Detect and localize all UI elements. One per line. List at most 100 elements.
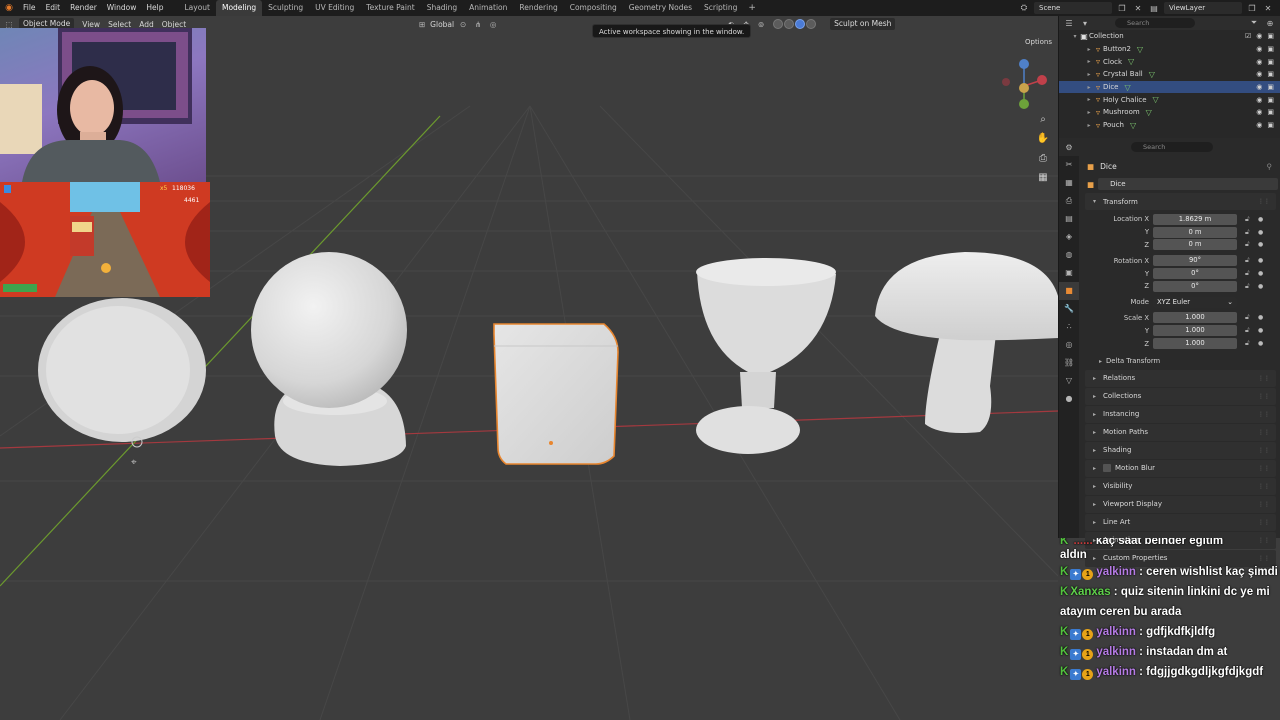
- drag-grip-icon[interactable]: ⋮⋮: [1258, 465, 1270, 472]
- rotation-z-field[interactable]: 0°: [1153, 280, 1237, 292]
- delta-transform-header[interactable]: ▸ Delta Transform: [1081, 354, 1280, 369]
- physics-tab-icon[interactable]: ◎: [1059, 336, 1079, 354]
- drag-grip-icon[interactable]: ⋮⋮: [1258, 501, 1270, 508]
- navigation-gizmo[interactable]: [998, 56, 1054, 112]
- panel-header-motion-paths[interactable]: ▸ Motion Paths ⋮⋮: [1085, 423, 1276, 441]
- material-tab-icon[interactable]: ●: [1059, 390, 1079, 408]
- location-z-field[interactable]: 0 m: [1153, 239, 1237, 251]
- rotation-x-field[interactable]: 90°: [1153, 255, 1237, 267]
- keyframe-dot-icon[interactable]: ●: [1258, 270, 1263, 277]
- snap-icon[interactable]: ⋔: [472, 20, 484, 29]
- keyframe-dot-icon[interactable]: ●: [1258, 340, 1263, 347]
- pivot-icon[interactable]: ⊙: [457, 20, 469, 29]
- panel-header-motion-blur[interactable]: ▸ Motion Blur ⋮⋮: [1085, 459, 1276, 477]
- rotation-y-field[interactable]: 0°: [1153, 268, 1237, 280]
- view-layer-selector[interactable]: ViewLayer: [1164, 2, 1242, 14]
- lock-icon[interactable]: 🔓︎: [1245, 228, 1250, 237]
- drag-grip-icon[interactable]: ⋮⋮: [1258, 429, 1270, 436]
- outliner-search-input[interactable]: Search: [1115, 18, 1195, 28]
- eye-icon[interactable]: ◉: [1256, 121, 1262, 129]
- panel-header-shading[interactable]: ▸ Shading ⋮⋮: [1085, 441, 1276, 459]
- wireframe-shading-icon[interactable]: [773, 19, 784, 29]
- drag-grip-icon[interactable]: ⋮⋮: [1258, 447, 1270, 454]
- sculpt-on-mesh-button[interactable]: Sculpt on Mesh: [830, 18, 896, 30]
- lock-icon[interactable]: 🔓︎: [1245, 256, 1250, 265]
- drag-grip-icon[interactable]: ⋮⋮: [1258, 519, 1270, 526]
- collection-tab-icon[interactable]: ▣: [1059, 264, 1079, 282]
- world-tab-icon[interactable]: ◍: [1059, 246, 1079, 264]
- outliner-type-icon[interactable]: ☰: [1063, 19, 1075, 28]
- lock-icon[interactable]: 🔓︎: [1245, 282, 1250, 291]
- transform-panel-header[interactable]: ▾ Transform ⋮⋮: [1085, 193, 1276, 210]
- solid-shading-icon[interactable]: [784, 19, 795, 29]
- options-dropdown[interactable]: Options: [1025, 36, 1052, 48]
- view-layer-tab-icon[interactable]: ▤: [1059, 210, 1079, 228]
- copy-icon[interactable]: ❐: [1246, 4, 1258, 13]
- camera-icon[interactable]: ▣: [1267, 32, 1274, 40]
- tab-sculpting[interactable]: Sculpting: [262, 0, 309, 16]
- crystal-ball-object[interactable]: [251, 252, 407, 466]
- tab-geometry-nodes[interactable]: Geometry Nodes: [623, 0, 698, 16]
- drag-grip-icon[interactable]: ⋮⋮: [1258, 483, 1270, 490]
- lock-icon[interactable]: 🔓︎: [1245, 215, 1250, 224]
- camera-icon[interactable]: ▣: [1267, 121, 1274, 129]
- properties-search-input[interactable]: Search: [1131, 142, 1213, 152]
- eye-icon[interactable]: ◉: [1256, 96, 1262, 104]
- tab-uv-editing[interactable]: UV Editing: [309, 0, 360, 16]
- pin-icon[interactable]: ⚲: [1267, 162, 1273, 171]
- lock-icon[interactable]: 🔓︎: [1245, 269, 1250, 278]
- copy-icon[interactable]: ❐: [1116, 4, 1128, 13]
- camera-icon[interactable]: ▣: [1267, 83, 1274, 91]
- mushroom-object[interactable]: [875, 252, 1058, 433]
- eye-icon[interactable]: ◉: [1256, 45, 1262, 53]
- tab-compositing[interactable]: Compositing: [564, 0, 623, 16]
- material-shading-icon[interactable]: [795, 19, 806, 29]
- drag-grip-icon[interactable]: ⋮⋮: [1258, 393, 1270, 400]
- panel-header-visibility[interactable]: ▸ Visibility ⋮⋮: [1085, 477, 1276, 495]
- eye-icon[interactable]: ◉: [1256, 83, 1262, 91]
- view-layer-icon[interactable]: ▤: [1148, 4, 1160, 13]
- menu-window[interactable]: Window: [102, 0, 142, 16]
- tab-scripting[interactable]: Scripting: [698, 0, 743, 16]
- expand-arrow-icon[interactable]: ▾: [1071, 33, 1079, 40]
- lock-icon[interactable]: 🔓︎: [1245, 240, 1250, 249]
- tool-tab-icon[interactable]: ✂: [1059, 156, 1079, 174]
- tab-modeling[interactable]: Modeling: [215, 0, 263, 16]
- lock-icon[interactable]: 🔓︎: [1245, 339, 1250, 348]
- orientation-dropdown[interactable]: Global: [430, 20, 454, 29]
- filter-icon[interactable]: ⏷: [1248, 18, 1260, 28]
- keyframe-dot-icon[interactable]: ●: [1258, 257, 1263, 264]
- scale-z-field[interactable]: 1.000: [1153, 338, 1237, 350]
- menu-file[interactable]: File: [18, 0, 41, 16]
- panel-header-relations[interactable]: ▸ Relations ⋮⋮: [1085, 369, 1276, 387]
- object-tab-icon[interactable]: ■: [1059, 282, 1079, 300]
- scene-selector[interactable]: Scene: [1034, 2, 1112, 14]
- scene-tab-icon[interactable]: ◈: [1059, 228, 1079, 246]
- camera-icon[interactable]: ▣: [1267, 96, 1274, 104]
- expand-arrow-icon[interactable]: ▸: [1085, 84, 1093, 91]
- pan-hand-icon[interactable]: ✋: [1036, 132, 1050, 146]
- clock-object[interactable]: [38, 298, 206, 448]
- grid-ortho-icon[interactable]: ▦: [1036, 171, 1050, 185]
- drag-grip-icon[interactable]: ⋮⋮: [1258, 375, 1270, 382]
- menu-help[interactable]: Help: [141, 0, 168, 16]
- modifier-tab-icon[interactable]: 🔧: [1059, 300, 1079, 318]
- close-icon[interactable]: ✕: [1132, 4, 1144, 13]
- output-tab-icon[interactable]: ⎙: [1059, 192, 1079, 210]
- camera-icon[interactable]: ▣: [1267, 70, 1274, 78]
- 3d-cursor-icon[interactable]: ⌖: [131, 457, 137, 468]
- object-name-field[interactable]: Dice: [1098, 178, 1279, 190]
- outliner-item[interactable]: ▸ ▿ Holy Chalice ▽ ◉ ▣: [1059, 93, 1280, 106]
- expand-arrow-icon[interactable]: ▸: [1085, 122, 1093, 129]
- tab-texture-paint[interactable]: Texture Paint: [360, 0, 420, 16]
- scale-x-field[interactable]: 1.000: [1153, 312, 1237, 324]
- expand-arrow-icon[interactable]: ▸: [1085, 109, 1093, 116]
- orientation-icon[interactable]: ⊞: [416, 20, 428, 29]
- scene-icon[interactable]: ⛭: [1018, 3, 1030, 13]
- tab-rendering[interactable]: Rendering: [513, 0, 563, 16]
- dice-object[interactable]: [493, 323, 619, 465]
- keyframe-dot-icon[interactable]: ●: [1258, 241, 1263, 248]
- keyframe-dot-icon[interactable]: ●: [1258, 229, 1263, 236]
- camera-icon[interactable]: ⎙: [1036, 152, 1050, 166]
- keyframe-dot-icon[interactable]: ●: [1258, 327, 1263, 334]
